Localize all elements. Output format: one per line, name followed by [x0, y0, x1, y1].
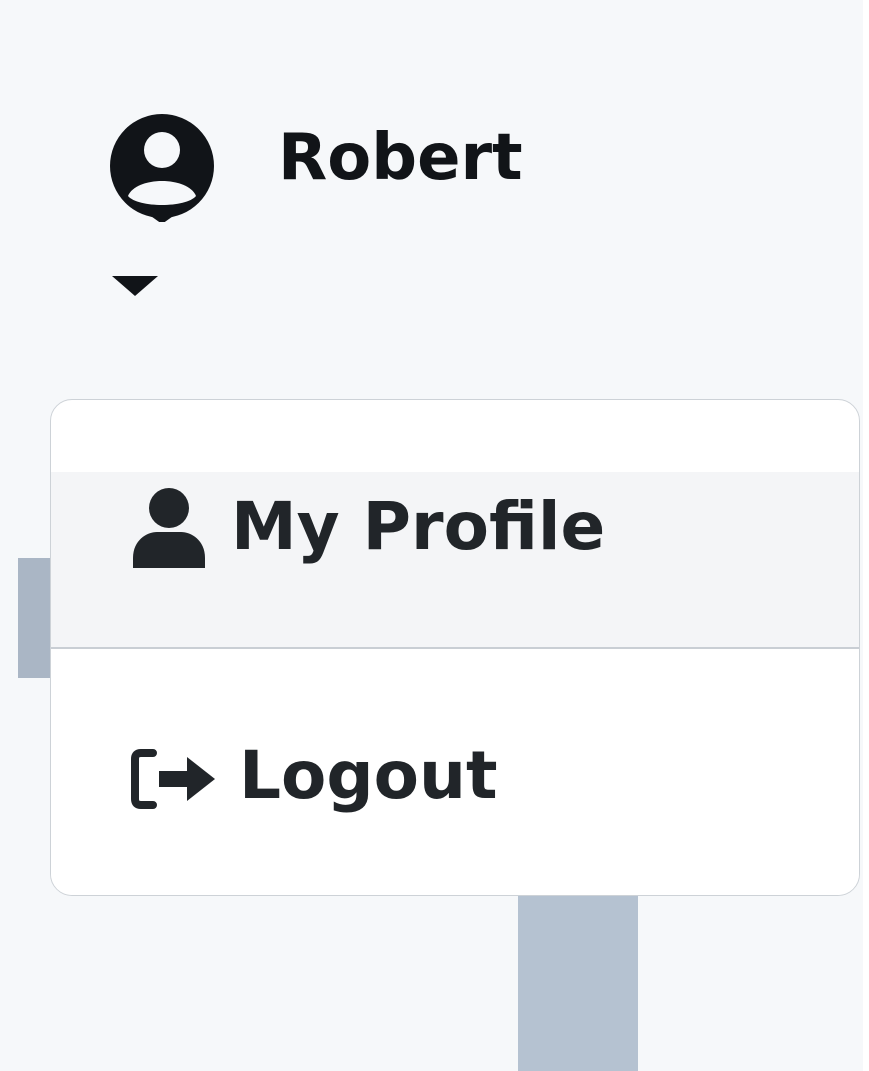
background-content-strip	[18, 558, 52, 678]
user-name: Robert	[278, 121, 523, 195]
menu-item-logout[interactable]: Logout	[51, 649, 859, 895]
page-edge	[863, 0, 869, 1071]
sign-out-icon	[131, 749, 215, 809]
user-dropdown-menu: My Profile Logout	[50, 399, 860, 896]
menu-item-label: My Profile	[231, 488, 606, 565]
menu-item-my-profile[interactable]: My Profile	[51, 472, 859, 648]
user-menu-toggle[interactable]: Robert	[102, 100, 562, 310]
menu-item-label: Logout	[239, 737, 498, 814]
user-icon	[133, 488, 205, 568]
background-content-block	[518, 890, 638, 1071]
caret-down-icon	[112, 276, 158, 296]
user-circle-icon	[110, 114, 214, 222]
